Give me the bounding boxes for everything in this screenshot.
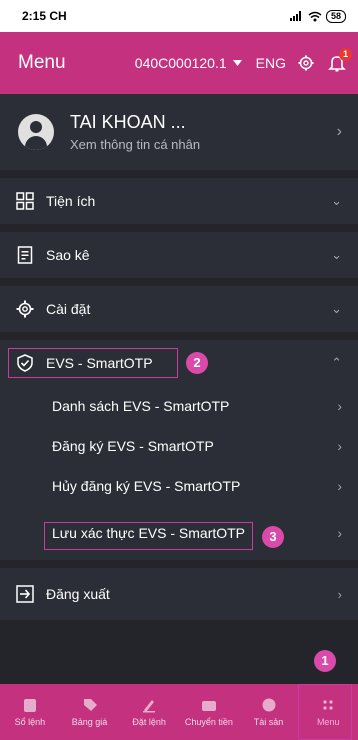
tab-label: Bảng giá xyxy=(71,717,108,727)
callout-three: 3 xyxy=(262,526,284,548)
wifi-icon xyxy=(308,11,322,21)
tab-place-order[interactable]: Đặt lệnh xyxy=(119,684,179,740)
tab-price-board[interactable]: Bảng giá xyxy=(60,684,120,740)
menu-logout[interactable]: Đăng xuất › xyxy=(0,568,358,620)
pen-icon xyxy=(143,700,156,713)
highlight-box-save-auth xyxy=(44,522,253,550)
menu-logout-label: Đăng xuất xyxy=(46,586,110,602)
tab-label: Đặt lệnh xyxy=(132,717,166,727)
divider xyxy=(0,560,358,568)
chevron-down-icon: ⌄ xyxy=(331,247,342,262)
profile-name: TAI KHOAN ... xyxy=(70,112,186,132)
highlight-box-evs xyxy=(8,348,178,378)
caret-down-icon xyxy=(232,60,242,66)
divider xyxy=(0,620,358,684)
menu-settings-label: Cài đặt xyxy=(46,301,91,317)
wallet-icon xyxy=(201,701,216,711)
assets-icon xyxy=(262,698,276,712)
evs-item-list-label: Danh sách EVS - SmartOTP xyxy=(52,398,230,414)
profile-row[interactable]: TAI KHOAN ... Xem thông tin cá nhân › xyxy=(0,94,358,170)
battery-icon: 58 xyxy=(325,9,346,23)
logout-icon xyxy=(16,585,34,603)
divider xyxy=(0,224,358,232)
settings-gear-icon[interactable] xyxy=(298,55,314,71)
evs-item-list[interactable]: Danh sách EVS - SmartOTP › xyxy=(0,386,358,426)
status-time: 2:15 CH xyxy=(22,9,67,23)
price-tag-icon xyxy=(83,699,97,711)
avatar xyxy=(18,114,54,150)
menu-utilities-label: Tiện ích xyxy=(46,193,96,209)
evs-item-unregister[interactable]: Hủy đăng ký EVS - SmartOTP › xyxy=(0,466,358,506)
chevron-right-icon: › xyxy=(337,438,342,454)
evs-item-register[interactable]: Đăng ký EVS - SmartOTP › xyxy=(0,426,358,466)
divider xyxy=(0,170,358,178)
notification-badge: 1 xyxy=(339,48,352,61)
language-toggle[interactable]: ENG xyxy=(256,55,286,71)
evs-item-register-label: Đăng ký EVS - SmartOTP xyxy=(52,438,214,454)
avatar-body xyxy=(25,136,47,150)
tab-transfer[interactable]: Chuyển tiền xyxy=(179,684,239,740)
callout-two: 2 xyxy=(186,352,208,374)
document-icon xyxy=(17,246,33,264)
chevron-right-icon: › xyxy=(337,525,342,541)
phone-screen: 2:15 CH 58 Menu 040C000120.1 ENG 1 TAI K… xyxy=(0,0,358,740)
app-header: Menu 040C000120.1 ENG 1 xyxy=(0,32,358,94)
signal-icon xyxy=(289,11,301,21)
status-icons: 58 xyxy=(289,9,346,23)
callout-one: 1 xyxy=(314,650,336,672)
account-number: 040C000120.1 xyxy=(134,55,227,71)
tab-label: Sổ lệnh xyxy=(14,717,46,727)
tab-order-book[interactable]: Sổ lệnh xyxy=(0,684,60,740)
page-title: Menu xyxy=(18,52,66,73)
menu-settings[interactable]: Cài đặt ⌄ xyxy=(0,286,358,332)
tab-assets[interactable]: Tài sản xyxy=(239,684,299,740)
menu-statements-label: Sao kê xyxy=(46,247,90,263)
notification-bell[interactable]: 1 xyxy=(328,48,352,72)
chevron-right-icon: › xyxy=(336,123,342,140)
divider xyxy=(0,278,358,286)
avatar-head xyxy=(30,121,42,133)
status-bar: 2:15 CH 58 xyxy=(0,0,358,32)
highlight-box-menu-tab xyxy=(298,684,352,740)
chevron-right-icon: › xyxy=(337,586,342,602)
profile-subtitle: Xem thông tin cá nhân xyxy=(70,137,201,152)
menu-statements[interactable]: Sao kê ⌄ xyxy=(0,232,358,278)
tab-label: Chuyển tiền xyxy=(184,717,233,727)
clipboard-icon xyxy=(23,699,36,712)
chevron-right-icon: › xyxy=(337,478,342,494)
chevron-right-icon: › xyxy=(337,398,342,414)
menu-utilities[interactable]: Tiện ích ⌄ xyxy=(0,178,358,224)
chevron-down-icon: ⌄ xyxy=(331,193,342,208)
grid-icon xyxy=(16,192,34,210)
tab-label: Tài sản xyxy=(253,717,284,727)
chevron-down-icon: ⌄ xyxy=(331,301,342,316)
chevron-up-icon: ⌃ xyxy=(331,355,342,370)
account-selector[interactable]: 040C000120.1 xyxy=(135,55,242,71)
profile-text: TAI KHOAN ... Xem thông tin cá nhân xyxy=(70,112,200,152)
divider xyxy=(0,332,358,340)
gear-icon xyxy=(16,300,34,318)
evs-item-unregister-label: Hủy đăng ký EVS - SmartOTP xyxy=(52,478,241,494)
